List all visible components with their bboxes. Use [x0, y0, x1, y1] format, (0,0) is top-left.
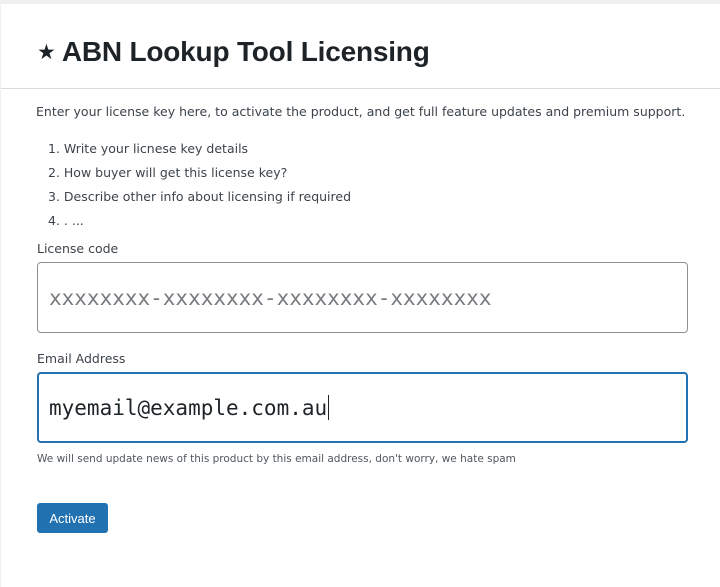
license-code-placeholder: xxxxxxxx-xxxxxxxx-xxxxxxxx-xxxxxxxx — [49, 285, 492, 310]
instructions-list: 1. Write your licnese key details 2. How… — [48, 137, 351, 233]
license-code-input[interactable]: xxxxxxxx-xxxxxxxx-xxxxxxxx-xxxxxxxx — [37, 262, 688, 333]
list-item: 1. Write your licnese key details — [48, 141, 249, 156]
list-item: 3. Describe other info about licensing i… — [48, 189, 352, 204]
licensing-panel: ★ ABN Lookup Tool Licensing Enter your l… — [1, 4, 720, 587]
page-title: ABN Lookup Tool Licensing — [61, 36, 430, 67]
email-hint: We will send update news of this product… — [37, 453, 516, 465]
email-address-label: Email Address — [37, 351, 126, 366]
intro-text: Enter your license key here, to activate… — [36, 104, 686, 119]
license-code-label: License code — [37, 241, 119, 256]
list-item: 4. . ... — [48, 213, 84, 228]
list-item: 2. How buyer will get this license key? — [48, 165, 288, 180]
header-divider — [1, 88, 720, 89]
text-caret — [328, 395, 330, 420]
activate-button[interactable]: Activate — [37, 503, 108, 533]
star-icon: ★ — [37, 39, 56, 64]
email-address-value: myemail@example.com.au — [49, 395, 328, 420]
page-header: ★ ABN Lookup Tool Licensing — [37, 32, 430, 72]
email-address-input[interactable]: myemail@example.com.au — [37, 372, 688, 443]
